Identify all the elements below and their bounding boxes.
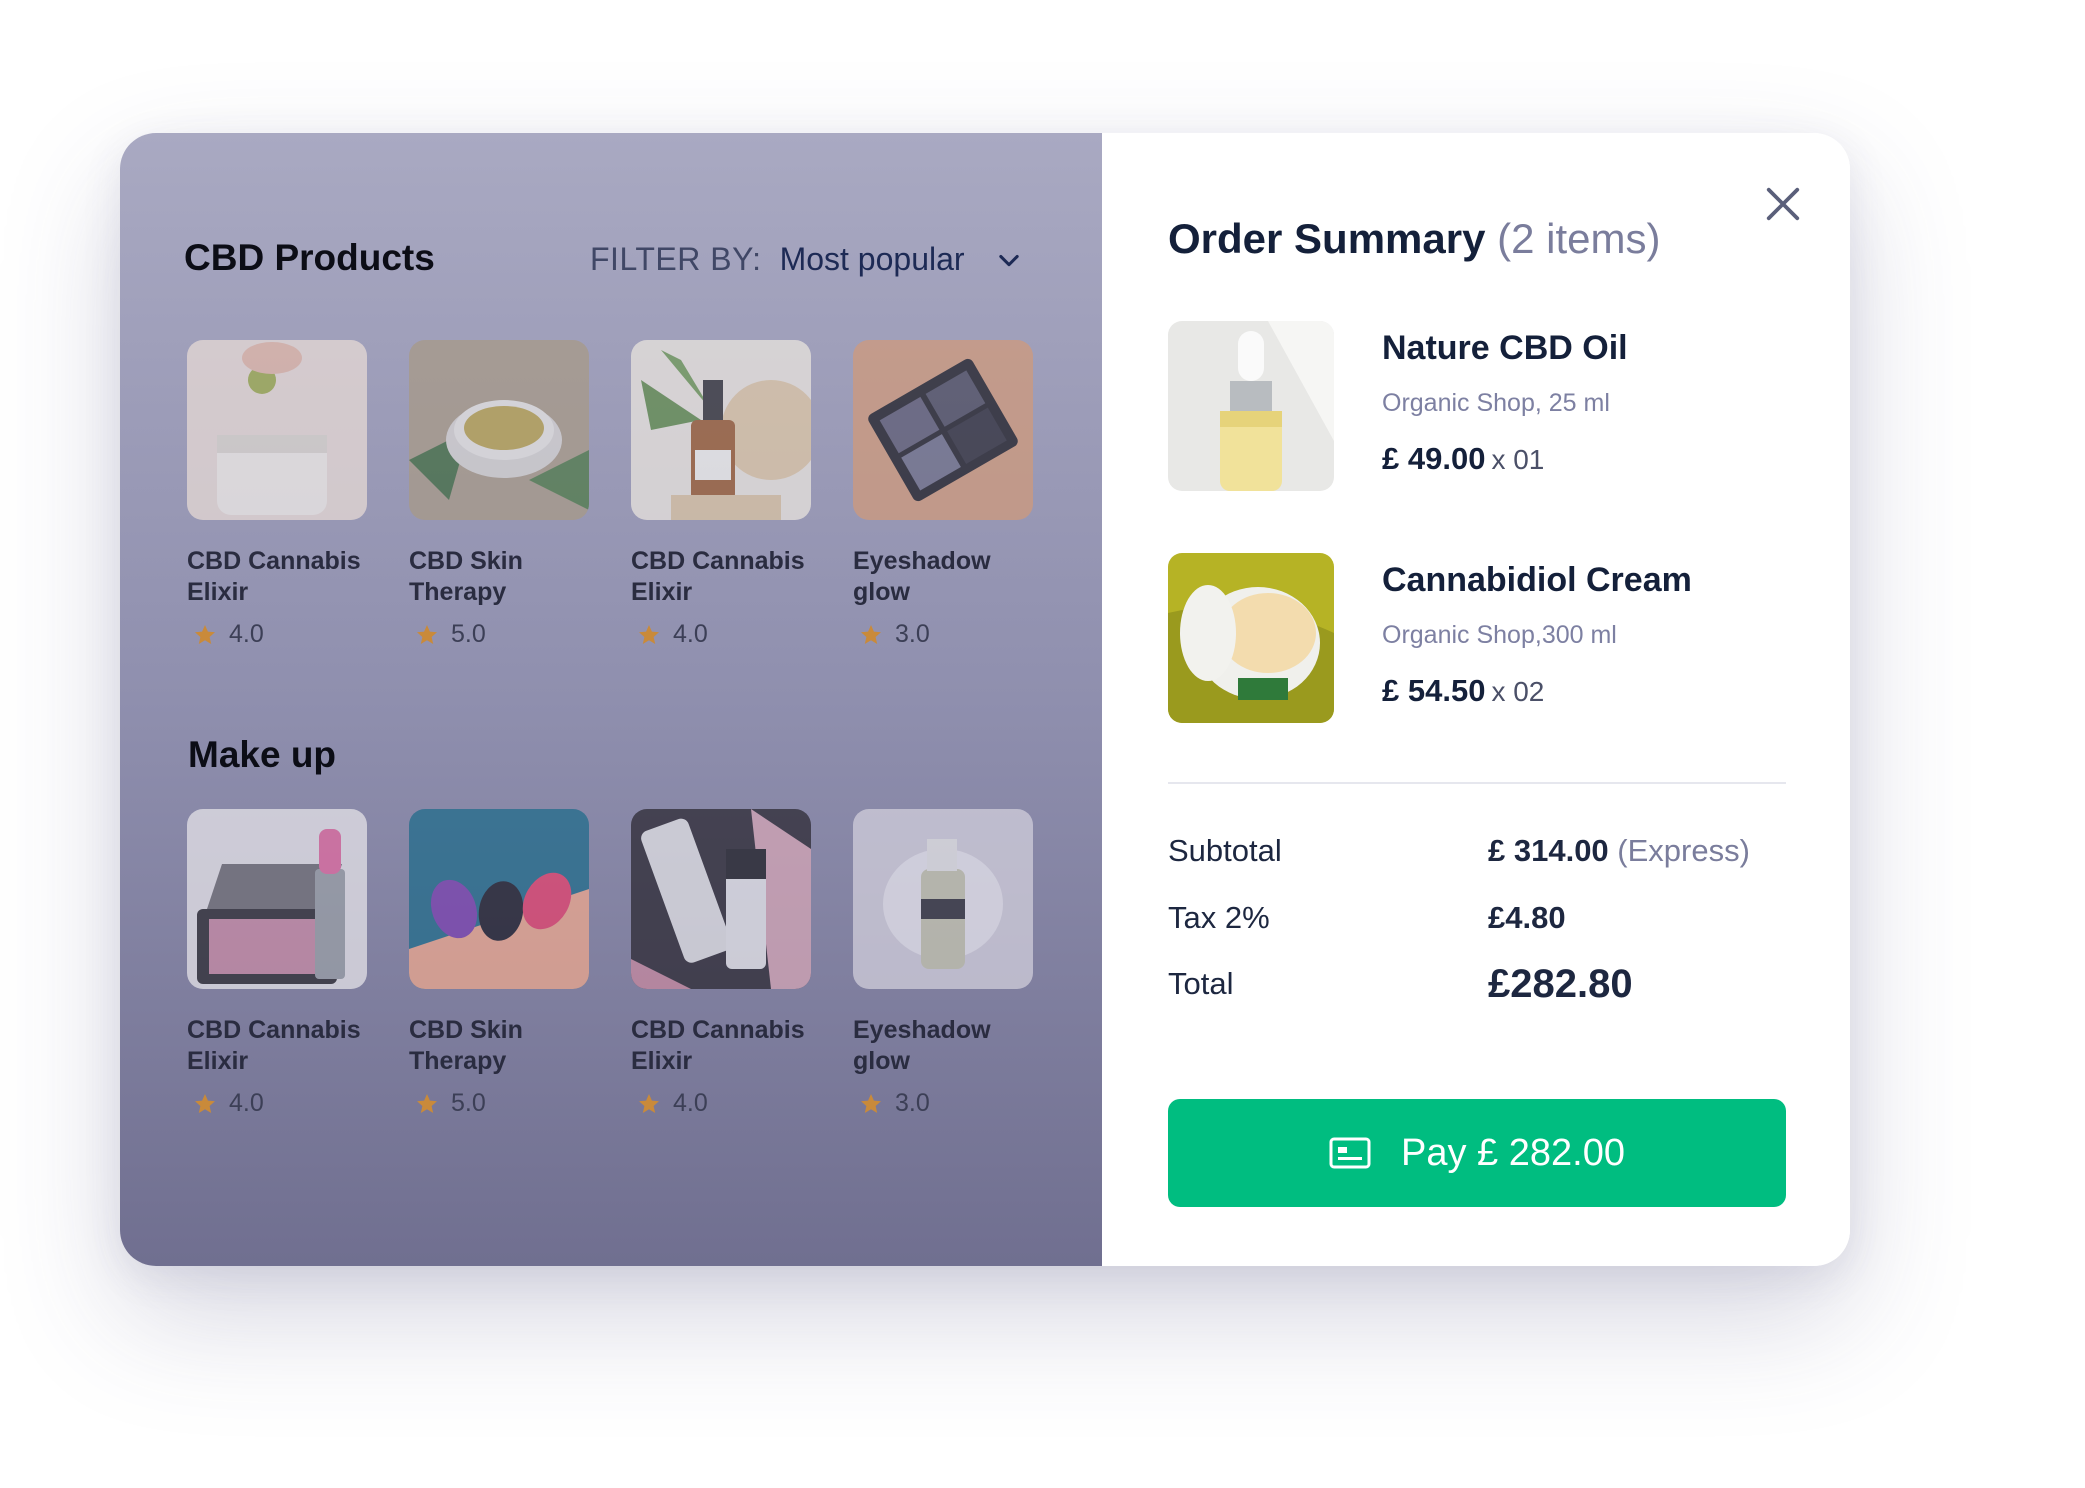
product-card[interactable]: CBD Cannabis Elixir 4.0 xyxy=(631,340,811,649)
credit-card-icon xyxy=(1329,1137,1371,1169)
product-card[interactable]: CBD Skin Therapy 5.0 xyxy=(409,809,589,1118)
rating-value: 5.0 xyxy=(451,620,486,648)
subtotal-label: Subtotal xyxy=(1168,833,1282,868)
order-title-text: Order Summary xyxy=(1168,215,1486,262)
product-image-foam-bottle xyxy=(853,809,1033,989)
total-value: £282.80 xyxy=(1488,962,1633,1006)
tax-label: Tax 2% xyxy=(1168,900,1270,935)
cbd-products-grid: CBD Cannabis Elixir 4.0 CBD Skin Therapy… xyxy=(187,340,1033,649)
rating-value: 4.0 xyxy=(229,1089,264,1117)
star-icon xyxy=(417,1093,437,1113)
product-name: Eyeshadow glow xyxy=(853,1016,991,1075)
product-rating: 3.0 xyxy=(853,620,1033,649)
rating-value: 3.0 xyxy=(895,1089,930,1117)
rating-value: 3.0 xyxy=(895,620,930,648)
item-count: (2 items) xyxy=(1497,215,1661,262)
filter-value: Most popular xyxy=(779,241,965,277)
product-rating: 3.0 xyxy=(853,1089,1033,1118)
product-name: CBD Skin Therapy xyxy=(409,1016,523,1075)
order-item-image-oil-dropper xyxy=(1168,321,1334,491)
product-rating: 4.0 xyxy=(631,1089,811,1118)
order-item-name: Cannabidiol Cream xyxy=(1382,561,1692,599)
product-image-eyeshadow-palette xyxy=(853,340,1033,520)
star-icon xyxy=(195,624,215,644)
quantity: x 02 xyxy=(1491,676,1545,707)
product-card[interactable]: CBD Cannabis Elixir 4.0 xyxy=(631,809,811,1118)
product-rating: 5.0 xyxy=(409,620,589,649)
price-value: £ 49.00 xyxy=(1382,441,1486,476)
makeup-products-grid: CBD Cannabis Elixir 4.0 CBD Skin Therapy… xyxy=(187,809,1033,1118)
product-name: CBD Skin Therapy xyxy=(409,547,523,606)
product-rating: 4.0 xyxy=(631,620,811,649)
order-summary-title: Order Summary (2 items) xyxy=(1168,215,1661,263)
products-panel: CBD Products FILTER BY: Most popular CBD… xyxy=(120,133,1102,1266)
product-image-serum-tubes xyxy=(631,809,811,989)
price-value: £ 54.50 xyxy=(1382,673,1486,708)
product-image-dropper-bottle xyxy=(631,340,811,520)
summary-divider xyxy=(1168,782,1786,784)
order-item-price: £ 54.50 x 02 xyxy=(1382,673,1544,709)
close-icon[interactable] xyxy=(1764,185,1802,223)
rating-value: 5.0 xyxy=(451,1089,486,1117)
filter-dropdown[interactable]: FILTER BY: Most popular xyxy=(590,241,1023,278)
product-name: CBD Cannabis Elixir xyxy=(631,547,805,606)
rating-value: 4.0 xyxy=(673,1089,708,1117)
product-image-lipstick-compact xyxy=(187,809,367,989)
product-rating: 4.0 xyxy=(187,620,367,649)
star-icon xyxy=(861,1093,881,1113)
rating-value: 4.0 xyxy=(673,620,708,648)
rating-value: 4.0 xyxy=(229,620,264,648)
order-item-name: Nature CBD Oil xyxy=(1382,329,1628,367)
order-item-image-cbd-cream-jar xyxy=(1168,553,1334,723)
product-card[interactable]: CBD Skin Therapy 5.0 xyxy=(409,340,589,649)
order-item: Nature CBD Oil Organic Shop, 25 ml £ 49.… xyxy=(1168,321,1788,491)
subtotal-shipping: (Express) xyxy=(1617,833,1750,868)
product-name: Eyeshadow glow xyxy=(853,547,991,606)
product-image-gummy-jar xyxy=(187,340,367,520)
cbd-products-title: CBD Products xyxy=(184,237,435,278)
product-rating: 4.0 xyxy=(187,1089,367,1118)
product-name: CBD Cannabis Elixir xyxy=(187,547,361,606)
pay-button[interactable]: Pay £ 282.00 xyxy=(1168,1099,1786,1207)
product-name: CBD Cannabis Elixir xyxy=(187,1016,361,1075)
chevron-down-icon xyxy=(998,254,1019,266)
product-image-makeup-sponges xyxy=(409,809,589,989)
product-rating: 5.0 xyxy=(409,1089,589,1118)
checkout-modal: CBD Products FILTER BY: Most popular CBD… xyxy=(120,133,1850,1266)
star-icon xyxy=(195,1093,215,1113)
product-card[interactable]: Eyeshadow glow 3.0 xyxy=(853,809,1033,1118)
quantity: x 01 xyxy=(1491,444,1545,475)
tax-value: £4.80 xyxy=(1488,900,1566,935)
product-image-balm-tin xyxy=(409,340,589,520)
product-card[interactable]: CBD Cannabis Elixir 4.0 xyxy=(187,809,367,1118)
order-summary-panel: Order Summary (2 items) Nature CBD Oil O… xyxy=(1102,133,1850,1266)
total-label: Total xyxy=(1168,966,1234,1001)
star-icon xyxy=(417,624,437,644)
subtotal-value: £ 314.00 (Express) xyxy=(1488,833,1750,869)
star-icon xyxy=(639,624,659,644)
order-item-shop: Organic Shop, 25 ml xyxy=(1382,389,1610,417)
product-name: CBD Cannabis Elixir xyxy=(631,1016,805,1075)
makeup-title: Make up xyxy=(188,734,337,775)
product-card[interactable]: CBD Cannabis Elixir 4.0 xyxy=(187,340,367,649)
pay-label: Pay £ 282.00 xyxy=(1401,1131,1625,1174)
order-item-price: £ 49.00 x 01 xyxy=(1382,441,1544,477)
product-card[interactable]: Eyeshadow glow 3.0 xyxy=(853,340,1033,649)
order-item: Cannabidiol Cream Organic Shop,300 ml £ … xyxy=(1168,553,1788,723)
order-item-shop: Organic Shop,300 ml xyxy=(1382,621,1617,649)
filter-label: FILTER BY: xyxy=(590,241,762,277)
star-icon xyxy=(861,624,881,644)
star-icon xyxy=(639,1093,659,1113)
subtotal-amount: £ 314.00 xyxy=(1488,833,1609,868)
